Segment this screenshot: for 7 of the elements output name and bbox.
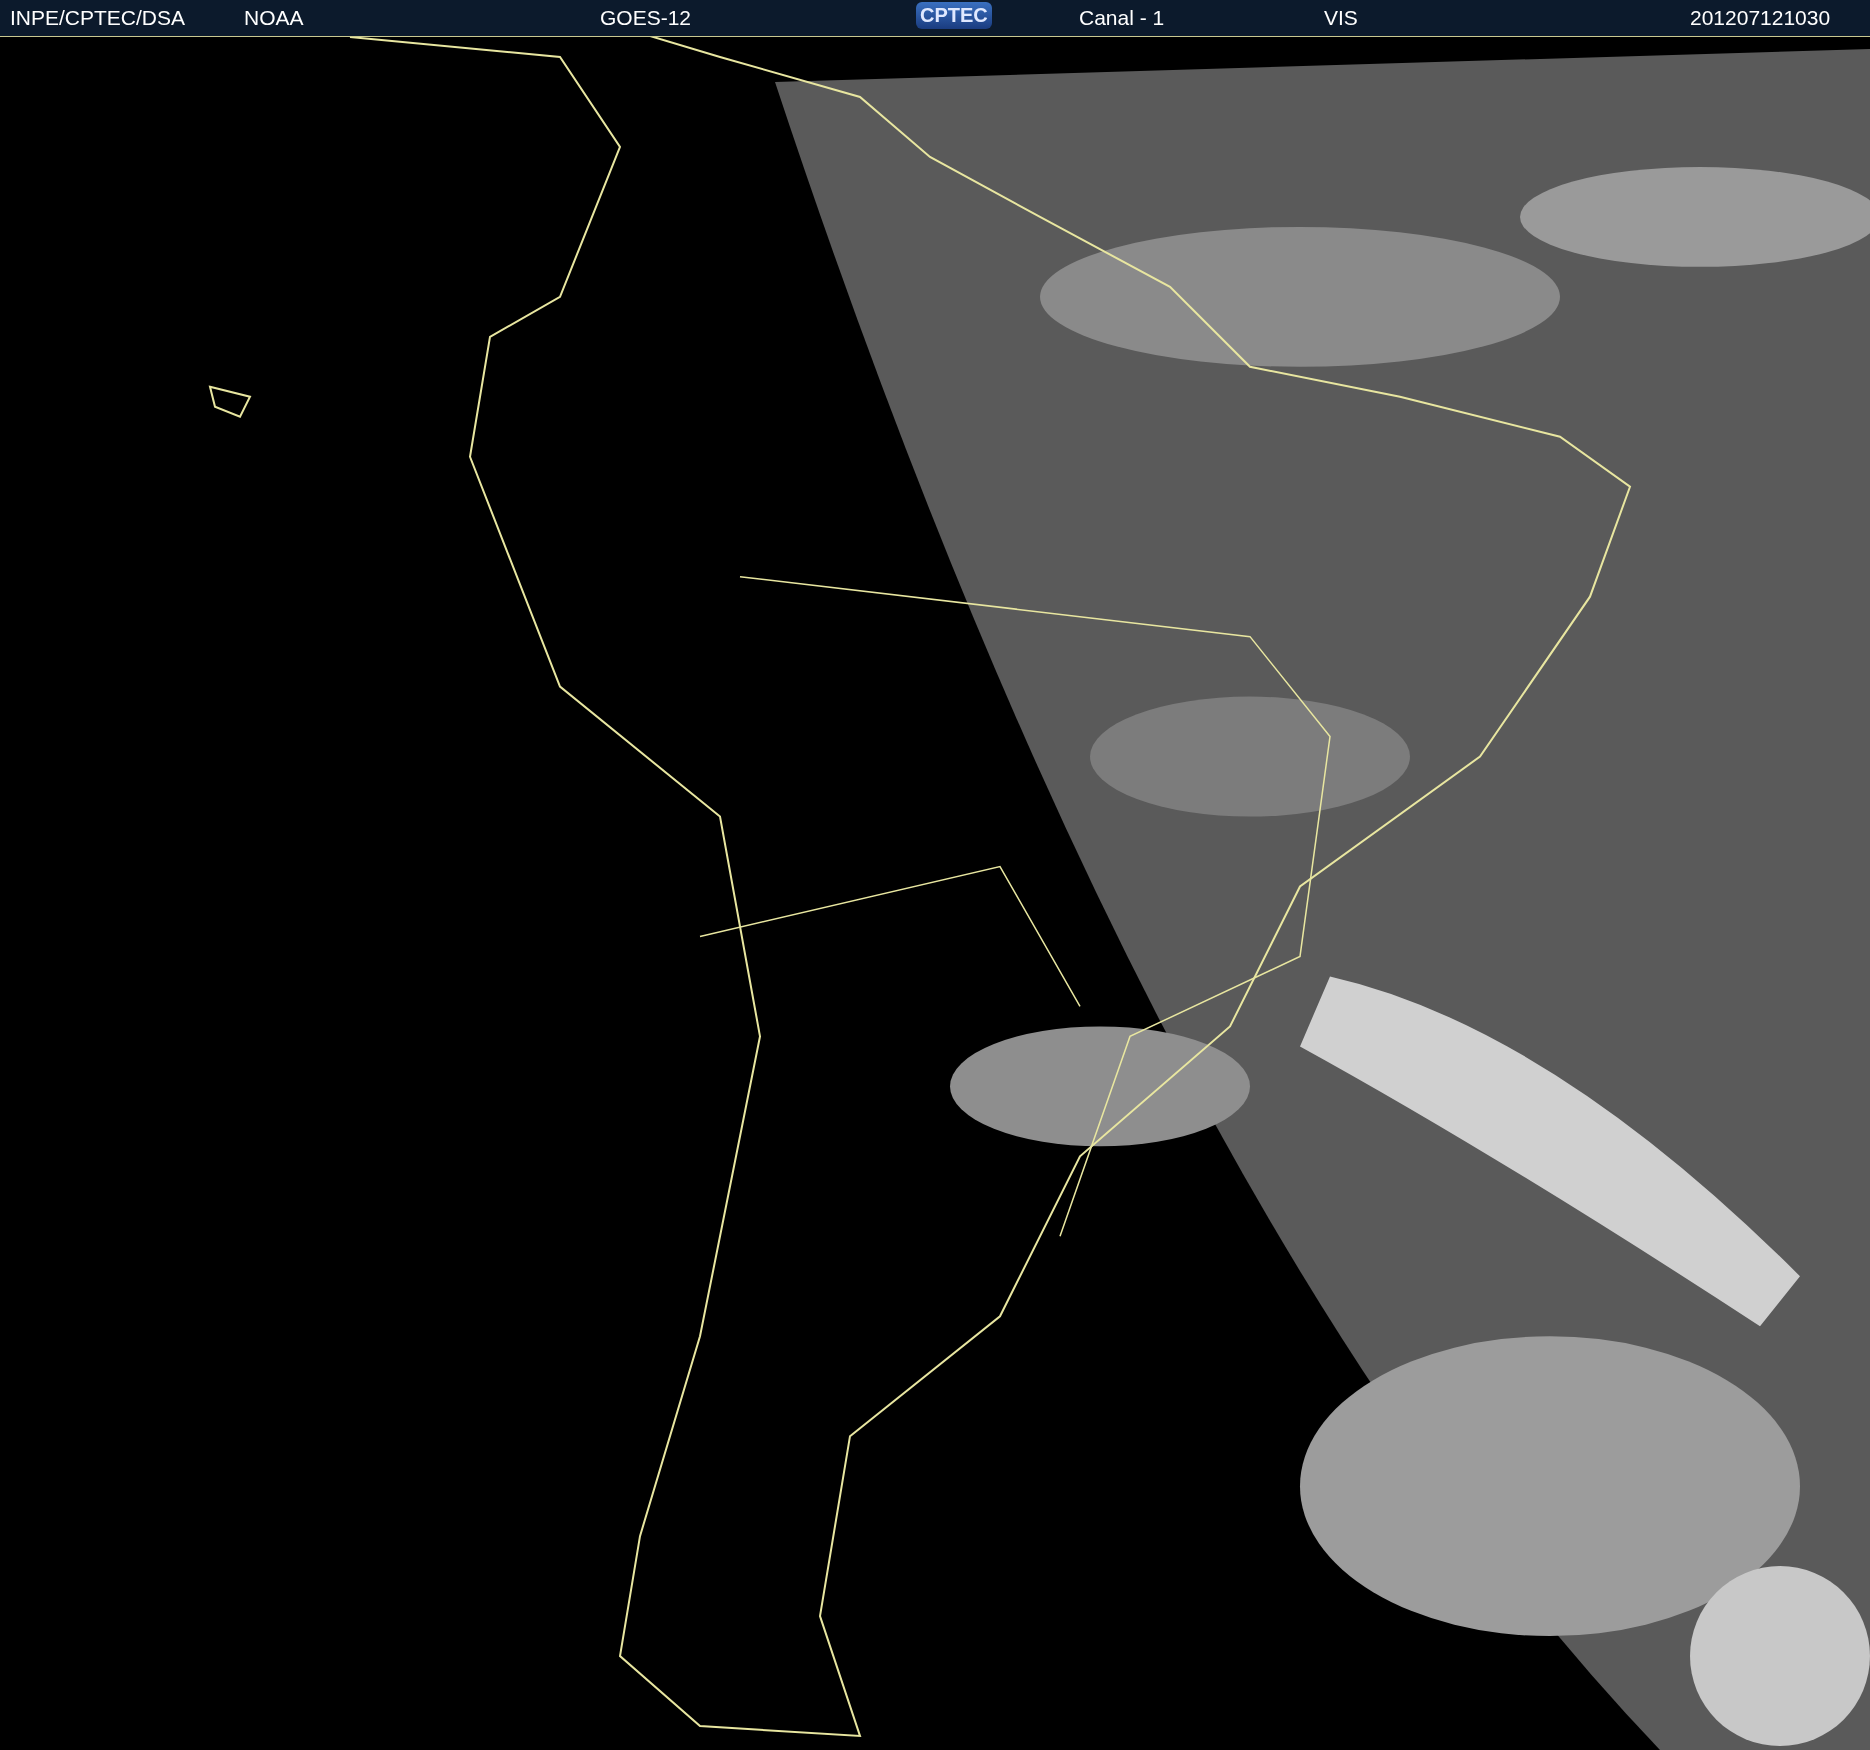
header-text: VIS xyxy=(1324,6,1358,30)
header-text: NOAA xyxy=(244,6,304,30)
header-text: INPE/CPTEC/DSA xyxy=(10,6,186,30)
header-text: GOES-12 xyxy=(600,6,692,30)
logo: CPTEC xyxy=(916,2,992,29)
header-text: Canal - 1 xyxy=(1079,6,1165,30)
header-text: 201207121030 xyxy=(1690,6,1831,30)
